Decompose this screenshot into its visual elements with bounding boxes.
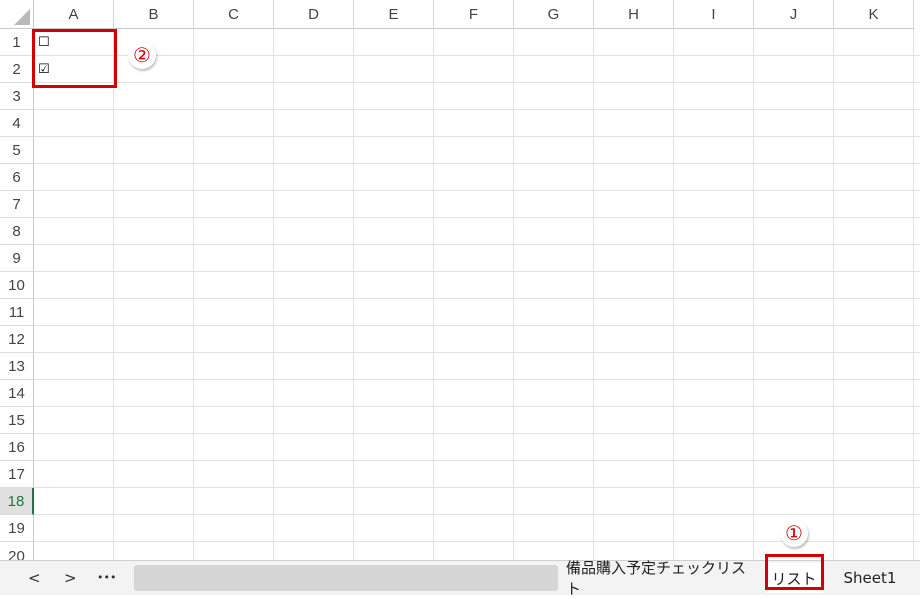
row-header-18-active[interactable]: 18 bbox=[0, 488, 34, 515]
horizontal-scrollbar[interactable] bbox=[134, 565, 558, 591]
annotation-highlight-box-2 bbox=[32, 29, 117, 88]
sheet-tab-checklist[interactable]: 備品購入予定チェックリスト bbox=[566, 559, 756, 598]
select-all-triangle-icon bbox=[14, 9, 30, 25]
next-sheet-button[interactable]: > bbox=[64, 569, 77, 587]
row-header-10[interactable]: 10 bbox=[0, 272, 34, 299]
cell-area[interactable] bbox=[34, 29, 920, 560]
annotation-marker-2: ② bbox=[128, 41, 156, 69]
row-header-13[interactable]: 13 bbox=[0, 353, 34, 380]
column-header-g[interactable]: G bbox=[514, 0, 594, 29]
row-header-3[interactable]: 3 bbox=[0, 83, 34, 110]
column-header-b[interactable]: B bbox=[114, 0, 194, 29]
row-header-2[interactable]: 2 bbox=[0, 56, 34, 83]
select-all-corner[interactable] bbox=[0, 0, 34, 29]
row-header-6[interactable]: 6 bbox=[0, 164, 34, 191]
row-header-1[interactable]: 1 bbox=[0, 29, 34, 56]
row-header-16[interactable]: 16 bbox=[0, 434, 34, 461]
row-header-12[interactable]: 12 bbox=[0, 326, 34, 353]
column-header-h[interactable]: H bbox=[594, 0, 674, 29]
row-header-8[interactable]: 8 bbox=[0, 218, 34, 245]
previous-sheet-button[interactable]: < bbox=[28, 569, 41, 587]
column-header-e[interactable]: E bbox=[354, 0, 434, 29]
row-header-9[interactable]: 9 bbox=[0, 245, 34, 272]
row-header-19[interactable]: 19 bbox=[0, 515, 34, 542]
sheet-tab-sheet1[interactable]: Sheet1 bbox=[832, 563, 908, 593]
column-header-a[interactable]: A bbox=[34, 0, 114, 29]
annotation-highlight-box-1 bbox=[765, 554, 824, 590]
column-header-k[interactable]: K bbox=[834, 0, 914, 29]
column-header-d[interactable]: D bbox=[274, 0, 354, 29]
column-header-c[interactable]: C bbox=[194, 0, 274, 29]
row-header-17[interactable]: 17 bbox=[0, 461, 34, 488]
row-header-4[interactable]: 4 bbox=[0, 110, 34, 137]
row-header-5[interactable]: 5 bbox=[0, 137, 34, 164]
more-sheets-button[interactable]: ••• bbox=[97, 571, 116, 584]
annotation-marker-1: ① bbox=[780, 519, 808, 547]
column-header-i[interactable]: I bbox=[674, 0, 754, 29]
column-header-f[interactable]: F bbox=[434, 0, 514, 29]
row-header-7[interactable]: 7 bbox=[0, 191, 34, 218]
row-header-15[interactable]: 15 bbox=[0, 407, 34, 434]
column-header-j[interactable]: J bbox=[754, 0, 834, 29]
row-header-20[interactable]: 20 bbox=[0, 542, 34, 560]
row-header-11[interactable]: 11 bbox=[0, 299, 34, 326]
row-header-14[interactable]: 14 bbox=[0, 380, 34, 407]
spreadsheet-grid: A B C D E F G H I J K 1 2 3 4 5 6 7 8 9 … bbox=[0, 0, 920, 560]
